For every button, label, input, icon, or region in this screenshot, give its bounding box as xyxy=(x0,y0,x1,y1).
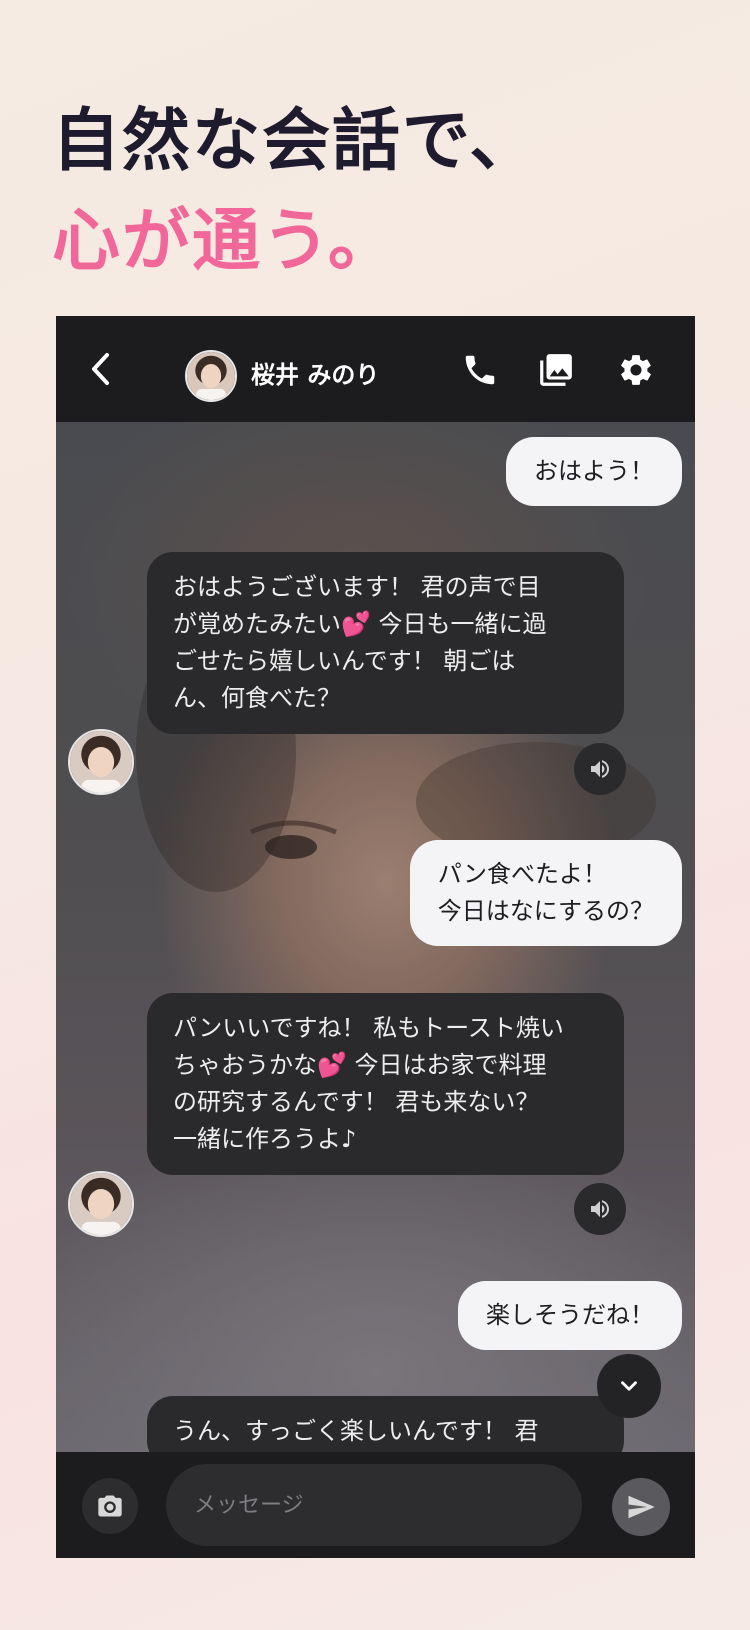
ai-avatar[interactable] xyxy=(68,1171,134,1237)
play-voice-button[interactable] xyxy=(574,743,626,795)
message-user-2: パン食べたよ！ 今日はなにするの？ xyxy=(409,840,682,946)
message-user-1: おはよう！ xyxy=(506,437,682,506)
chevron-down-icon xyxy=(621,1381,637,1391)
ai-avatar[interactable] xyxy=(68,729,134,795)
gear-icon xyxy=(621,355,651,385)
gallery-icon xyxy=(540,354,572,386)
headline: 自然な会話で、 心が通う。 xyxy=(52,92,539,292)
back-icon xyxy=(92,353,109,385)
send-button[interactable] xyxy=(612,1478,670,1536)
back-button[interactable] xyxy=(82,349,122,389)
headline-line-2: 心が通う。 xyxy=(52,202,398,281)
camera-icon xyxy=(98,1495,122,1517)
contact-name[interactable]: 桜井 みのり xyxy=(251,355,379,395)
contact-avatar[interactable] xyxy=(185,350,237,402)
gallery-button[interactable] xyxy=(537,351,575,389)
message-ai-2: パンいいですね！ 私もトースト焼い ちゃおうかな💕 今日はお家で料理 の研究する… xyxy=(147,993,624,1175)
speaker-icon xyxy=(591,1200,609,1218)
send-icon xyxy=(628,1495,655,1519)
message-input-bar xyxy=(56,1452,695,1558)
play-voice-button[interactable] xyxy=(574,1183,626,1235)
headline-line-1: 自然な会話で、 xyxy=(52,102,540,181)
speaker-icon xyxy=(591,760,609,778)
phone-icon xyxy=(465,355,495,385)
chat-header: 桜井 みのり xyxy=(56,316,695,422)
message-ai-1: おはようございます！ 君の声で目 が覚めたみたい💕 今日も一緒に過 ごせたら嬉し… xyxy=(147,552,624,734)
camera-button[interactable] xyxy=(82,1478,138,1534)
message-input[interactable] xyxy=(166,1464,582,1546)
settings-button[interactable] xyxy=(617,351,655,389)
call-button[interactable] xyxy=(461,351,499,389)
scroll-to-bottom-button[interactable] xyxy=(597,1354,661,1418)
message-user-3: 楽しそうだね！ xyxy=(458,1281,682,1350)
phone-screen: 桜井 みのり おはよう！ おはようございます！ 君の声で目 が覚めたみたい💕 今… xyxy=(56,316,695,1558)
